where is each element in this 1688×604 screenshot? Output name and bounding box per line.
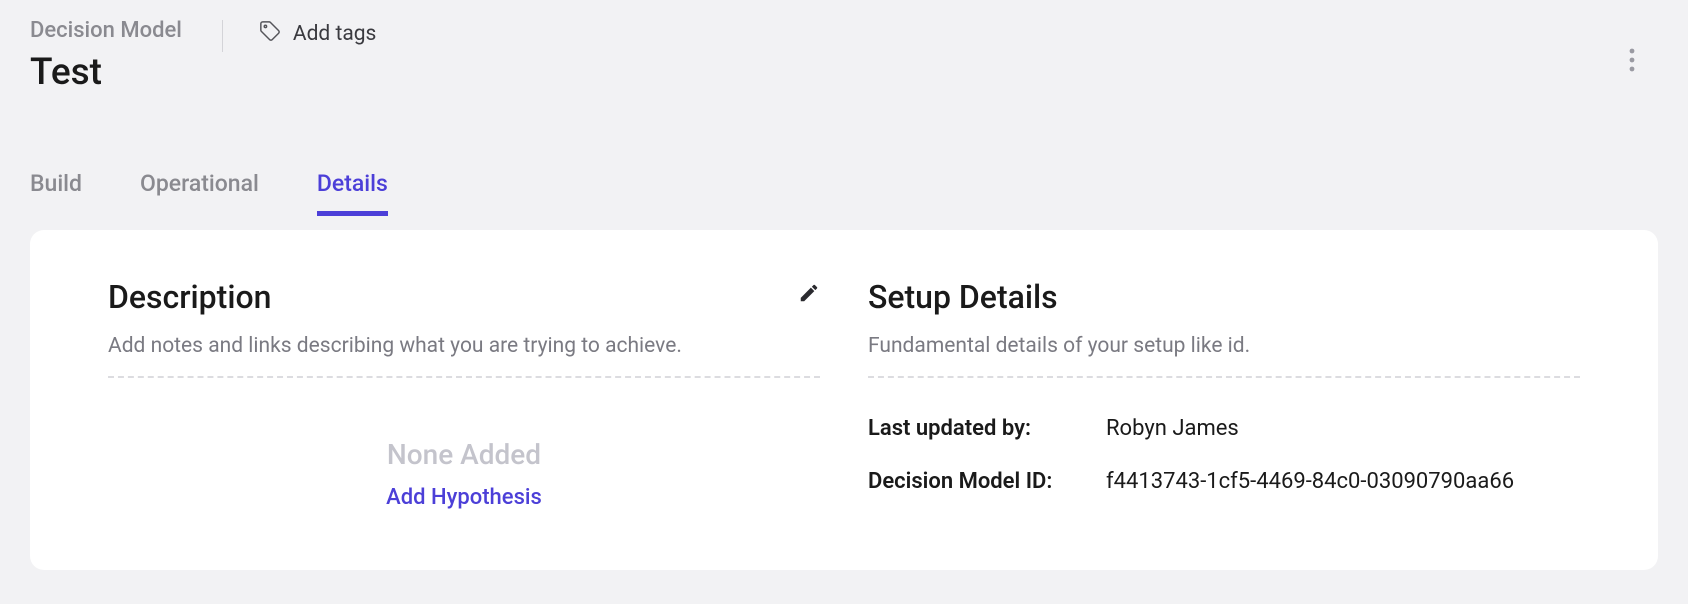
setup-subtitle: Fundamental details of your setup like i… [868, 334, 1580, 358]
tabs: Build Operational Details [0, 170, 1688, 216]
description-panel: Description Add notes and links describi… [108, 278, 820, 510]
add-tags-button[interactable]: Add tags [259, 20, 377, 48]
edit-description-button[interactable] [798, 282, 820, 308]
tab-details[interactable]: Details [317, 170, 388, 216]
divider [108, 376, 820, 378]
setup-value: f4413743-1cf5-4469-84c0-03090790aa66 [1106, 469, 1514, 494]
add-hypothesis-link[interactable]: Add Hypothesis [386, 485, 542, 510]
pencil-icon [798, 289, 820, 308]
setup-label: Last updated by: [868, 416, 1106, 441]
description-empty-text: None Added [108, 438, 820, 471]
setup-panel: Setup Details Fundamental details of you… [868, 278, 1580, 510]
more-menu-button[interactable] [1614, 42, 1650, 78]
setup-row-last-updated: Last updated by: Robyn James [868, 416, 1580, 441]
description-subtitle: Add notes and links describing what you … [108, 334, 820, 358]
divider [222, 20, 223, 52]
setup-label: Decision Model ID: [868, 469, 1106, 494]
details-card: Description Add notes and links describi… [30, 230, 1658, 570]
setup-row-model-id: Decision Model ID: f4413743-1cf5-4469-84… [868, 469, 1580, 494]
tab-operational[interactable]: Operational [140, 170, 259, 216]
page-title: Test [30, 51, 182, 94]
add-tags-label: Add tags [293, 22, 377, 46]
breadcrumb: Decision Model [30, 18, 182, 43]
tab-build[interactable]: Build [30, 170, 82, 216]
setup-title: Setup Details [868, 278, 1058, 316]
setup-value: Robyn James [1106, 416, 1239, 441]
description-title: Description [108, 278, 271, 316]
divider [868, 376, 1580, 378]
tag-icon [259, 20, 281, 48]
